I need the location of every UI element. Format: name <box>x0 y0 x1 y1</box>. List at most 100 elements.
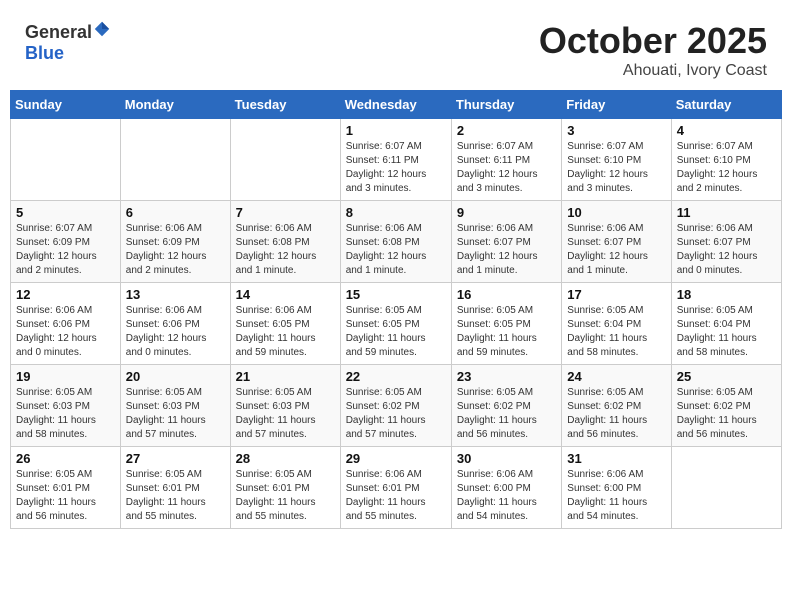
calendar-cell: 16 Sunrise: 6:05 AM Sunset: 6:05 PM Dayli… <box>451 283 561 365</box>
day-number: 31 <box>567 451 665 466</box>
calendar-cell: 29Sunrise: 6:06 AM Sunset: 6:01 PM Dayli… <box>340 447 451 529</box>
day-info: Sunrise: 6:06 AM Sunset: 6:08 PM Dayligh… <box>346 222 446 278</box>
day-number: 18 <box>677 287 776 302</box>
calendar-cell: 6 Sunrise: 6:06 AM Sunset: 6:09 PM Daylig… <box>120 201 230 283</box>
day-number: 6 <box>126 205 225 220</box>
calendar-cell: 3 Sunrise: 6:07 AM Sunset: 6:10 PM Daylig… <box>562 119 671 201</box>
calendar-cell: 1 Sunrise: 6:07 AM Sunset: 6:11 PM Daylig… <box>340 119 451 201</box>
calendar-cell: 30 Sunrise: 6:06 AM Sunset: 6:00 PM Dayli… <box>451 447 561 529</box>
day-info: Sunrise: 6:06 AM Sunset: 6:08 PM Dayligh… <box>236 222 335 278</box>
page-header: General Blue October 2025 Ahouati, Ivory… <box>10 10 782 85</box>
calendar-cell <box>671 447 781 529</box>
day-number: 21 <box>236 369 335 384</box>
day-info: Sunrise: 6:05 AM Sunset: 6:03 PM Dayligh… <box>126 386 225 442</box>
day-number: 26 <box>16 451 115 466</box>
logo-icon <box>93 20 111 38</box>
day-number: 15 <box>346 287 446 302</box>
week-row-3: 12 Sunrise: 6:06 AM Sunset: 6:06 PM Dayli… <box>11 283 782 365</box>
day-number: 1 <box>346 123 446 138</box>
calendar-cell: 20 Sunrise: 6:05 AM Sunset: 6:03 PM Dayli… <box>120 365 230 447</box>
day-info: Sunrise: 6:05 AM Sunset: 6:02 PM Dayligh… <box>567 386 665 442</box>
week-row-4: 19Sunrise: 6:05 AM Sunset: 6:03 PM Dayli… <box>11 365 782 447</box>
day-info: Sunrise: 6:07 AM Sunset: 6:10 PM Dayligh… <box>567 140 665 196</box>
calendar-cell: 24 Sunrise: 6:05 AM Sunset: 6:02 PM Dayli… <box>562 365 671 447</box>
day-number: 25 <box>677 369 776 384</box>
weekday-wednesday: Wednesday <box>340 91 451 119</box>
day-number: 20 <box>126 369 225 384</box>
location: Ahouati, Ivory Coast <box>539 62 767 80</box>
calendar-cell: 28 Sunrise: 6:05 AM Sunset: 6:01 PM Dayli… <box>230 447 340 529</box>
calendar-cell: 21 Sunrise: 6:05 AM Sunset: 6:03 PM Dayli… <box>230 365 340 447</box>
calendar-cell: 15 Sunrise: 6:05 AM Sunset: 6:05 PM Dayli… <box>340 283 451 365</box>
weekday-friday: Friday <box>562 91 671 119</box>
day-number: 13 <box>126 287 225 302</box>
day-number: 29 <box>346 451 446 466</box>
day-info: Sunrise: 6:07 AM Sunset: 6:11 PM Dayligh… <box>457 140 556 196</box>
day-info: Sunrise: 6:05 AM Sunset: 6:04 PM Dayligh… <box>677 304 776 360</box>
day-info: Sunrise: 6:05 AM Sunset: 6:05 PM Dayligh… <box>346 304 446 360</box>
day-info: Sunrise: 6:06 AM Sunset: 6:06 PM Dayligh… <box>16 304 115 360</box>
calendar-cell: 7Sunrise: 6:06 AM Sunset: 6:08 PM Daylig… <box>230 201 340 283</box>
day-number: 3 <box>567 123 665 138</box>
day-number: 10 <box>567 205 665 220</box>
day-info: Sunrise: 6:06 AM Sunset: 6:09 PM Dayligh… <box>126 222 225 278</box>
day-number: 12 <box>16 287 115 302</box>
weekday-header-row: SundayMondayTuesdayWednesdayThursdayFrid… <box>11 91 782 119</box>
calendar-cell <box>11 119 121 201</box>
logo-general: General <box>25 22 92 42</box>
calendar-cell: 19Sunrise: 6:05 AM Sunset: 6:03 PM Dayli… <box>11 365 121 447</box>
day-info: Sunrise: 6:05 AM Sunset: 6:03 PM Dayligh… <box>16 386 115 442</box>
week-row-2: 5Sunrise: 6:07 AM Sunset: 6:09 PM Daylig… <box>11 201 782 283</box>
day-number: 8 <box>346 205 446 220</box>
calendar-cell: 5Sunrise: 6:07 AM Sunset: 6:09 PM Daylig… <box>11 201 121 283</box>
day-number: 16 <box>457 287 556 302</box>
calendar-cell: 23 Sunrise: 6:05 AM Sunset: 6:02 PM Dayli… <box>451 365 561 447</box>
calendar-cell: 26 Sunrise: 6:05 AM Sunset: 6:01 PM Dayli… <box>11 447 121 529</box>
day-number: 14 <box>236 287 335 302</box>
day-info: Sunrise: 6:06 AM Sunset: 6:00 PM Dayligh… <box>457 468 556 524</box>
weekday-tuesday: Tuesday <box>230 91 340 119</box>
day-info: Sunrise: 6:06 AM Sunset: 6:07 PM Dayligh… <box>457 222 556 278</box>
calendar-cell: 12 Sunrise: 6:06 AM Sunset: 6:06 PM Dayli… <box>11 283 121 365</box>
week-row-1: 1 Sunrise: 6:07 AM Sunset: 6:11 PM Daylig… <box>11 119 782 201</box>
day-info: Sunrise: 6:05 AM Sunset: 6:01 PM Dayligh… <box>126 468 225 524</box>
title-block: October 2025 Ahouati, Ivory Coast <box>539 20 767 80</box>
calendar-cell: 22 Sunrise: 6:05 AM Sunset: 6:02 PM Dayli… <box>340 365 451 447</box>
day-number: 24 <box>567 369 665 384</box>
day-number: 27 <box>126 451 225 466</box>
day-info: Sunrise: 6:06 AM Sunset: 6:07 PM Dayligh… <box>677 222 776 278</box>
day-number: 17 <box>567 287 665 302</box>
day-number: 30 <box>457 451 556 466</box>
day-number: 23 <box>457 369 556 384</box>
day-number: 22 <box>346 369 446 384</box>
weekday-thursday: Thursday <box>451 91 561 119</box>
day-number: 5 <box>16 205 115 220</box>
day-info: Sunrise: 6:05 AM Sunset: 6:02 PM Dayligh… <box>457 386 556 442</box>
logo-blue: Blue <box>25 43 64 63</box>
day-number: 4 <box>677 123 776 138</box>
calendar-cell: 14Sunrise: 6:06 AM Sunset: 6:05 PM Dayli… <box>230 283 340 365</box>
calendar-cell: 8 Sunrise: 6:06 AM Sunset: 6:08 PM Daylig… <box>340 201 451 283</box>
day-number: 28 <box>236 451 335 466</box>
day-info: Sunrise: 6:05 AM Sunset: 6:03 PM Dayligh… <box>236 386 335 442</box>
day-info: Sunrise: 6:05 AM Sunset: 6:05 PM Dayligh… <box>457 304 556 360</box>
logo: General Blue <box>25 20 111 64</box>
week-row-5: 26 Sunrise: 6:05 AM Sunset: 6:01 PM Dayli… <box>11 447 782 529</box>
weekday-monday: Monday <box>120 91 230 119</box>
day-info: Sunrise: 6:05 AM Sunset: 6:02 PM Dayligh… <box>677 386 776 442</box>
day-info: Sunrise: 6:07 AM Sunset: 6:11 PM Dayligh… <box>346 140 446 196</box>
day-number: 9 <box>457 205 556 220</box>
calendar-cell: 25 Sunrise: 6:05 AM Sunset: 6:02 PM Dayli… <box>671 365 781 447</box>
calendar-cell: 27 Sunrise: 6:05 AM Sunset: 6:01 PM Dayli… <box>120 447 230 529</box>
calendar-cell: 4 Sunrise: 6:07 AM Sunset: 6:10 PM Daylig… <box>671 119 781 201</box>
day-info: Sunrise: 6:05 AM Sunset: 6:01 PM Dayligh… <box>16 468 115 524</box>
calendar-cell: 10Sunrise: 6:06 AM Sunset: 6:07 PM Dayli… <box>562 201 671 283</box>
day-info: Sunrise: 6:05 AM Sunset: 6:01 PM Dayligh… <box>236 468 335 524</box>
calendar-cell: 11 Sunrise: 6:06 AM Sunset: 6:07 PM Dayli… <box>671 201 781 283</box>
calendar-cell: 2Sunrise: 6:07 AM Sunset: 6:11 PM Daylig… <box>451 119 561 201</box>
day-number: 11 <box>677 205 776 220</box>
day-info: Sunrise: 6:05 AM Sunset: 6:02 PM Dayligh… <box>346 386 446 442</box>
day-info: Sunrise: 6:07 AM Sunset: 6:10 PM Dayligh… <box>677 140 776 196</box>
calendar-cell: 18 Sunrise: 6:05 AM Sunset: 6:04 PM Dayli… <box>671 283 781 365</box>
calendar: SundayMondayTuesdayWednesdayThursdayFrid… <box>10 90 782 529</box>
